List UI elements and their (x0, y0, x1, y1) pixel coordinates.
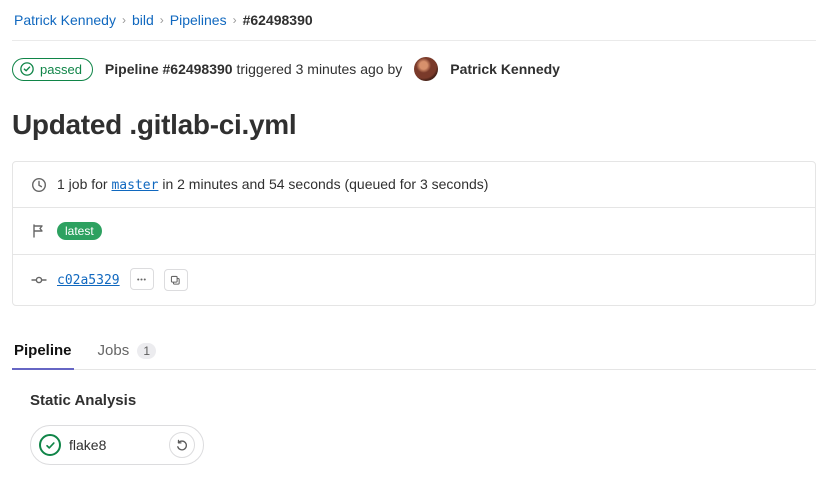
clock-icon (31, 177, 47, 193)
job-pill-flake8[interactable]: flake8 (30, 425, 204, 465)
chevron-right-icon: › (233, 13, 237, 27)
branch-link[interactable]: master (111, 178, 158, 193)
pipeline-status-row: passed Pipeline #62498390 triggered 3 mi… (12, 57, 816, 81)
commit-icon (31, 272, 47, 288)
more-actions-button[interactable] (130, 268, 154, 290)
retry-job-button[interactable] (169, 432, 195, 458)
commit-title: Updated .gitlab-ci.yml (12, 109, 816, 141)
copy-sha-button[interactable] (164, 269, 188, 291)
breadcrumb-current: #62498390 (243, 12, 313, 28)
divider (12, 40, 816, 41)
status-badge-passed[interactable]: passed (12, 58, 93, 81)
breadcrumb-user[interactable]: Patrick Kennedy (14, 12, 116, 28)
commit-row: c02a5329 (13, 254, 815, 305)
check-circle-icon (20, 62, 34, 76)
summary-prefix: 1 job for (57, 176, 111, 192)
job-name: flake8 (69, 437, 106, 453)
retry-icon (175, 438, 189, 452)
tab-jobs[interactable]: Jobs 1 (96, 332, 159, 369)
stage-title: Static Analysis (30, 392, 798, 409)
breadcrumb: Patrick Kennedy › bild › Pipelines › #62… (12, 10, 816, 40)
author-name[interactable]: Patrick Kennedy (450, 61, 560, 77)
trigger-suffix: triggered 3 minutes ago by (233, 61, 403, 77)
tags-row: latest (13, 207, 815, 254)
copy-icon (169, 274, 182, 287)
tab-pipeline[interactable]: Pipeline (12, 332, 74, 369)
job-status-passed-icon (39, 434, 61, 456)
summary-suffix: in 2 minutes and 54 seconds (queued for … (158, 176, 488, 192)
status-badge-text: passed (40, 62, 82, 77)
tab-jobs-count: 1 (137, 343, 156, 359)
flag-icon (31, 223, 47, 239)
breadcrumb-project[interactable]: bild (132, 12, 154, 28)
avatar[interactable] (414, 57, 438, 81)
pipeline-info-panel: 1 job for master in 2 minutes and 54 sec… (12, 161, 816, 306)
chevron-right-icon: › (160, 13, 164, 27)
commit-sha-link[interactable]: c02a5329 (57, 273, 120, 288)
chevron-right-icon: › (122, 13, 126, 27)
ellipsis-icon (135, 273, 148, 286)
pipeline-graph: Static Analysis flake8 (12, 370, 816, 475)
tab-jobs-label: Jobs (98, 342, 130, 359)
pipeline-tabs: Pipeline Jobs 1 (12, 332, 816, 370)
trigger-text: Pipeline #62498390 triggered 3 minutes a… (105, 61, 402, 77)
breadcrumb-section[interactable]: Pipelines (170, 12, 227, 28)
pipeline-id-label: Pipeline #62498390 (105, 61, 233, 77)
summary-text: 1 job for master in 2 minutes and 54 sec… (57, 176, 488, 193)
latest-tag[interactable]: latest (57, 222, 102, 240)
summary-row: 1 job for master in 2 minutes and 54 sec… (13, 162, 815, 207)
